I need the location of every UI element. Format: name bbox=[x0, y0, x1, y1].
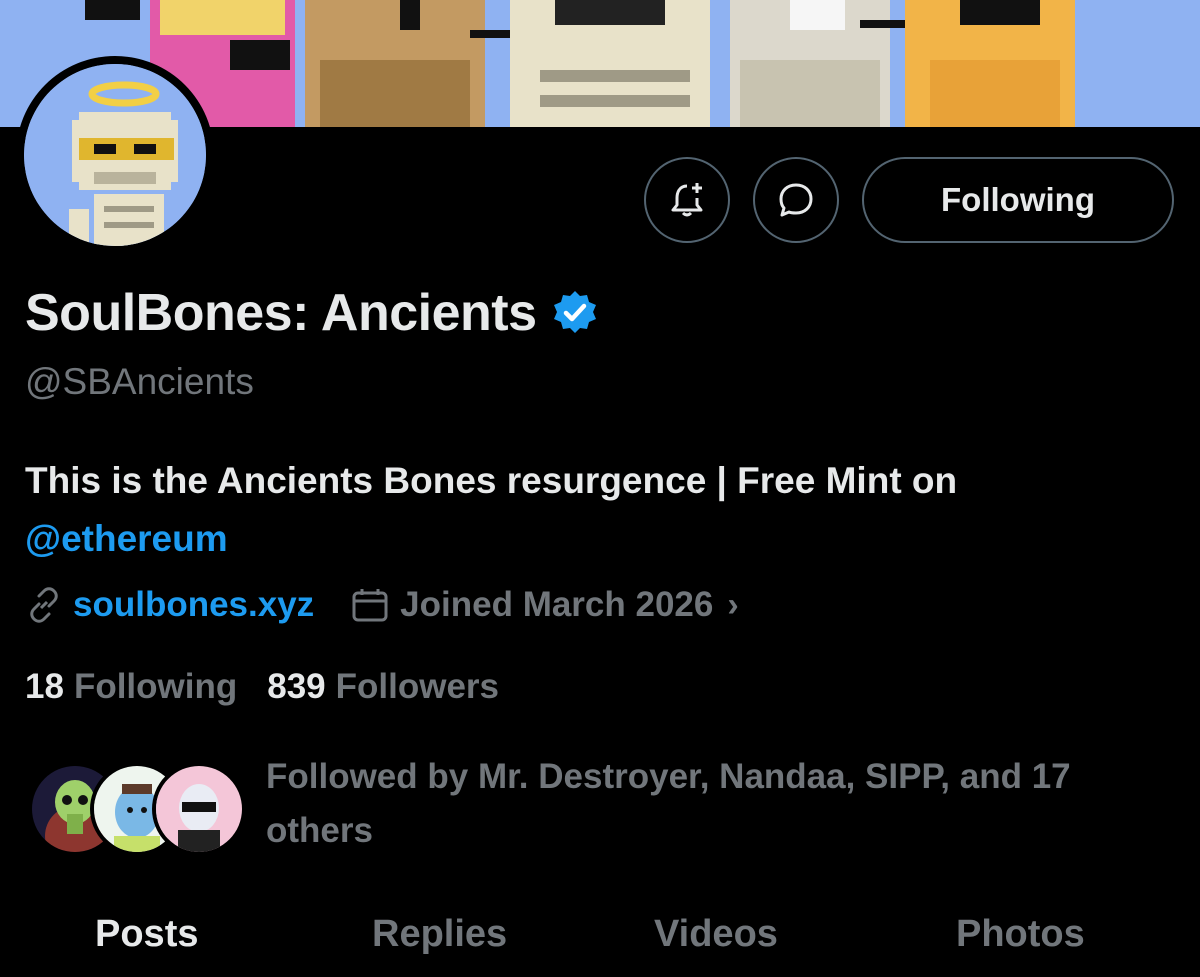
message-button[interactable] bbox=[753, 157, 839, 243]
following-count: 18 bbox=[25, 667, 64, 706]
link-icon bbox=[30, 587, 58, 623]
followed-by-avatars[interactable] bbox=[28, 762, 246, 856]
joined-date: Joined March 2026 bbox=[400, 585, 714, 624]
profile-meta: soulbones.xyz Joined March 2026 › bbox=[25, 585, 739, 625]
bell-plus-icon bbox=[671, 183, 703, 217]
sunglasses-avatar-art bbox=[156, 766, 242, 852]
message-bubble-icon bbox=[779, 183, 813, 217]
following-button[interactable]: Following bbox=[862, 157, 1174, 243]
profile-tabs: Posts Replies Videos Photos bbox=[0, 905, 1200, 977]
joined-item[interactable]: Joined March 2026 › bbox=[350, 585, 739, 625]
followers-label: Followers bbox=[335, 667, 500, 706]
avatar-image bbox=[24, 64, 206, 246]
followers-count-link[interactable]: 839 Followers bbox=[267, 667, 499, 707]
tab-videos[interactable]: Videos bbox=[654, 913, 778, 956]
followers-count: 839 bbox=[267, 667, 326, 706]
tab-replies[interactable]: Replies bbox=[372, 913, 507, 956]
follower-avatar bbox=[152, 762, 246, 856]
bio-text: This is the Ancients Bones resurgence | … bbox=[25, 460, 958, 501]
notify-button[interactable] bbox=[644, 157, 730, 243]
profile-handle: @SBAncients bbox=[25, 361, 254, 402]
bio-mention-link[interactable]: @ethereum bbox=[25, 518, 228, 559]
following-label: Following bbox=[73, 667, 238, 706]
profile-bio: This is the Ancients Bones resurgence | … bbox=[25, 452, 1175, 568]
tab-posts[interactable]: Posts bbox=[95, 913, 198, 956]
website-link[interactable]: soulbones.xyz bbox=[73, 585, 314, 625]
display-name: SoulBones: Ancients bbox=[25, 284, 537, 342]
followed-by-text[interactable]: Followed by Mr. Destroyer, Nandaa, SIPP,… bbox=[266, 750, 1186, 858]
verified-badge-icon[interactable] bbox=[551, 289, 599, 337]
skeleton-avatar-art bbox=[24, 64, 206, 246]
profile-avatar[interactable] bbox=[16, 56, 214, 254]
following-count-link[interactable]: 18 Following bbox=[25, 667, 237, 707]
website-item[interactable]: soulbones.xyz bbox=[25, 585, 314, 625]
calendar-icon bbox=[352, 589, 388, 622]
profile-name-row: SoulBones: Ancients bbox=[25, 283, 599, 343]
tab-photos[interactable]: Photos bbox=[956, 913, 1085, 956]
chevron-right-icon[interactable]: › bbox=[727, 586, 738, 625]
follow-counts: 18 Following 839 Followers bbox=[25, 667, 499, 707]
